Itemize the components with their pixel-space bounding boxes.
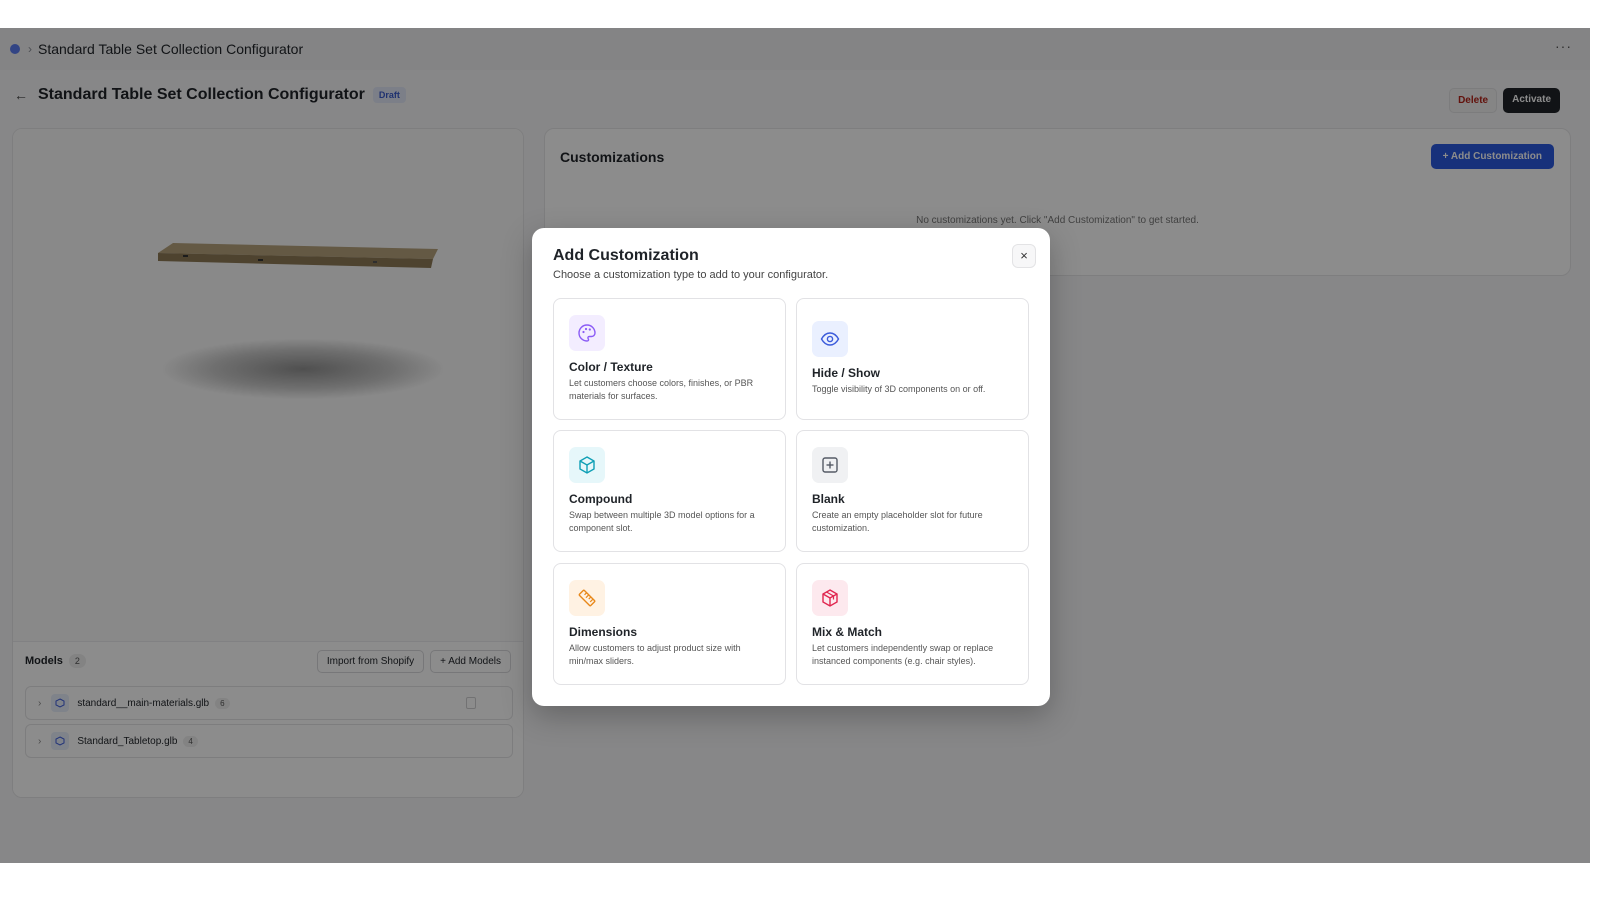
modal-title: Add Customization xyxy=(553,247,699,264)
modal-subtitle: Choose a customization type to add to yo… xyxy=(553,269,829,281)
plus-square-icon xyxy=(812,447,848,483)
option-title: Color / Texture xyxy=(569,360,653,374)
boxes-icon xyxy=(812,580,848,616)
option-description: Allow customers to adjust product size w… xyxy=(569,643,741,666)
option-title: Dimensions xyxy=(569,625,638,639)
option-description: Toggle visibility of 3D components on or… xyxy=(812,384,986,394)
option-description: Swap between multiple 3D model options f… xyxy=(569,510,755,533)
option-description: Let customers independently swap or repl… xyxy=(812,643,994,666)
option-dimensions[interactable]: Dimensions Allow customers to adjust pro… xyxy=(553,563,786,685)
palette-icon xyxy=(569,315,605,351)
add-customization-modal: Add Customization Choose a customization… xyxy=(532,228,1050,706)
option-title: Hide / Show xyxy=(812,366,881,380)
option-title: Blank xyxy=(812,492,845,506)
option-compound[interactable]: Compound Swap between multiple 3D model … xyxy=(553,430,786,552)
option-title: Mix & Match xyxy=(812,625,883,639)
option-mix-match[interactable]: Mix & Match Let customers independently … xyxy=(796,563,1029,685)
close-icon[interactable]: × xyxy=(1012,244,1036,268)
option-description: Let customers choose colors, finishes, o… xyxy=(569,378,754,401)
ruler-icon xyxy=(569,580,605,616)
option-blank[interactable]: Blank Create an empty placeholder slot f… xyxy=(796,430,1029,552)
option-color-texture[interactable]: Color / Texture Let customers choose col… xyxy=(553,298,786,420)
option-title: Compound xyxy=(569,492,633,506)
option-description: Create an empty placeholder slot for fut… xyxy=(812,510,983,533)
eye-icon xyxy=(812,321,848,357)
box-icon xyxy=(569,447,605,483)
option-hide-show[interactable]: Hide / Show Toggle visibility of 3D comp… xyxy=(796,298,1029,420)
